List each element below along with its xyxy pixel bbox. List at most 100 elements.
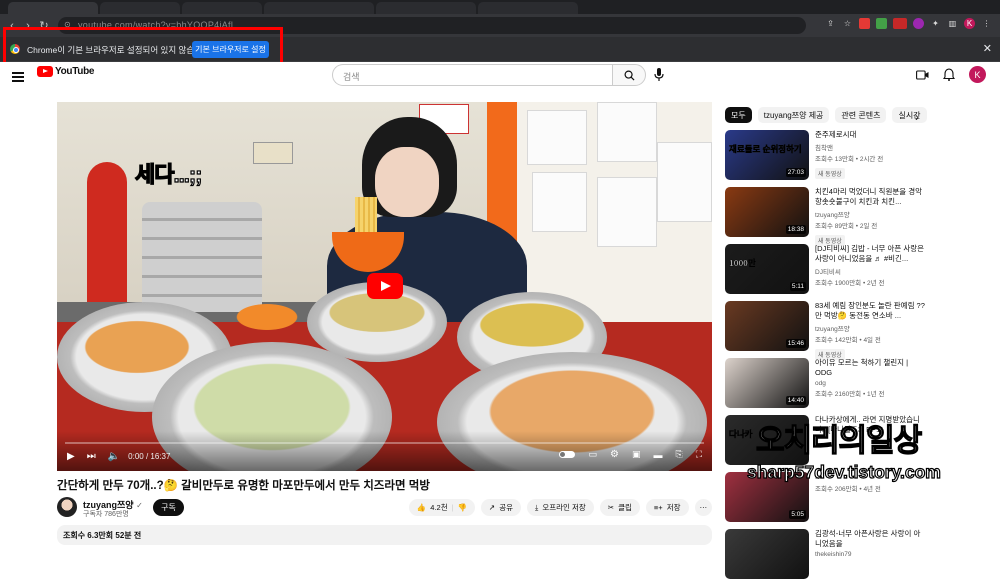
recommended-meta: 조회수 2160만회 • 1년 전 — [815, 391, 885, 398]
browser-tab[interactable] — [8, 2, 98, 14]
recommended-video[interactable]: 재료들로 순위정하기 27:03 준주제로시대 침착맨 조회수 13만회 • 2시간 전… — [725, 130, 925, 184]
search-button[interactable] — [612, 64, 646, 86]
subtitles-icon[interactable]: ▭ — [588, 449, 597, 460]
duration-badge: 15:46 — [785, 339, 806, 348]
video-player[interactable]: 세다...;; ▶ ⏭ 🔈 0:00 / 16:37 ▭ ⚙ ▣ ▬ ⎘ ⛶ — [57, 102, 712, 471]
theater-mode-icon[interactable]: ▬ — [653, 450, 662, 460]
video-scene-steamer-tower — [142, 202, 262, 312]
cast-icon[interactable]: ⎘ — [675, 449, 682, 460]
recommended-channel: thekeishin79 — [815, 551, 852, 558]
recommendations-list: 재료들로 순위정하기 27:03 준주제로시대 침착맨 조회수 13만회 • 2시간 전… — [725, 130, 925, 586]
video-thumbnail[interactable]: 15:46 — [725, 301, 809, 351]
recommended-title: 김광석-너무 아픈사랑은 사랑이 아니었음을 — [815, 529, 921, 548]
save-button[interactable]: ≡+ 저장 — [645, 499, 689, 516]
subscribe-button[interactable]: 구독 — [153, 499, 184, 516]
recommended-video-info: 준주제로시대 침착맨 조회수 13만회 • 2시간 전새 동영상 — [815, 130, 925, 181]
recommended-channel: tzuyang쯔양 — [815, 212, 850, 219]
filter-chip[interactable]: tzuyang쯔양 제공 — [757, 107, 830, 123]
recommended-meta: 조회수 142만회 • 4일 전 — [815, 337, 881, 344]
browser-tab[interactable] — [478, 2, 578, 14]
share-icon: ↗ — [488, 503, 496, 512]
progress-bar[interactable] — [65, 442, 704, 444]
video-thumbnail[interactable] — [725, 529, 809, 579]
add-playlist-icon: ≡+ — [653, 503, 663, 512]
settings-gear-icon[interactable]: ⚙ — [610, 449, 619, 460]
filter-chip[interactable]: 실시간 — [892, 107, 927, 123]
recommended-meta: 조회수 206만회 • 4년 전 — [815, 486, 881, 493]
hamburger-menu-icon[interactable] — [12, 72, 24, 84]
browser-tab[interactable] — [182, 2, 262, 14]
profile-avatar[interactable]: K — [964, 18, 975, 29]
share-button[interactable]: ↗ 공유 — [480, 499, 521, 516]
browser-tab[interactable] — [100, 2, 180, 14]
recommended-video[interactable]: 1000만 5:11 [DJ티비씨] 김밥 - 너무 아픈 사랑은 사랑이 아니었음… — [725, 244, 925, 298]
search-input[interactable]: 검색 — [332, 64, 612, 86]
channel-avatar[interactable] — [57, 497, 77, 517]
video-scene-autograph — [527, 110, 587, 165]
download-button[interactable]: ⤓ 오프라인 저장 — [527, 499, 594, 516]
recommended-title: [DJ티비씨] 김밥 - 너무 아픈 사랑은 사랑이 아니었음을 ♬ #비긴..… — [815, 244, 925, 263]
microphone-icon[interactable] — [654, 68, 664, 82]
video-scene-sign — [253, 142, 293, 164]
like-count[interactable]: 4.2천 — [430, 502, 447, 513]
browser-tab[interactable] — [376, 2, 476, 14]
chevron-right-icon[interactable]: › — [915, 110, 919, 124]
menu-kebab-icon[interactable]: ⋮ — [981, 18, 992, 29]
recommended-title: 83세 예림 장인분도 놀란 판예림 ??만 먹방🤔 동전동 연소바 ... — [815, 301, 925, 320]
create-video-icon[interactable] — [916, 69, 929, 80]
account-avatar[interactable]: K — [969, 66, 986, 83]
recommended-video[interactable]: 김광석-너무 아픈사랑은 사랑이 아니었음을 thekeishin79 — [725, 529, 925, 583]
video-thumbnail[interactable]: 14:40 — [725, 358, 809, 408]
recommended-video[interactable]: 14:40 아이유 모르는 척하기 챌린지 | ODG odg 조회수 2160만회 … — [725, 358, 925, 412]
player-controls: ▶ ⏭ 🔈 0:00 / 16:37 ▭ ⚙ ▣ ▬ ⎘ ⛶ — [67, 449, 702, 463]
extension-icon[interactable] — [913, 18, 924, 29]
filter-chip[interactable]: 관련 콘텐츠 — [835, 107, 887, 123]
video-scene-dumplings — [472, 300, 592, 350]
more-actions-button[interactable]: ⋯ — [694, 499, 712, 516]
extension-icon[interactable] — [859, 18, 870, 29]
autoplay-toggle[interactable] — [559, 451, 576, 458]
share-label: 공유 — [499, 503, 513, 512]
filter-chip[interactable]: 모두 — [725, 107, 752, 123]
share-icon[interactable]: ⇪ — [825, 18, 836, 29]
description-stats: 조회수 6.3만회 52분 전 — [63, 531, 142, 540]
video-thumbnail[interactable]: 재료들로 순위정하기 27:03 — [725, 130, 809, 180]
miniplayer-icon[interactable]: ▣ — [632, 449, 641, 460]
extension-icon[interactable] — [876, 18, 887, 29]
recommended-video[interactable]: 18:38 치킨4마리 먹었더니 직원분을 경악 항솟숏불구이 치킨과 치킨...… — [725, 187, 925, 246]
youtube-logo[interactable]: YouTube — [37, 66, 95, 77]
puzzle-icon[interactable]: ✦ — [930, 18, 941, 29]
video-thumbnail[interactable]: 1000만 5:11 — [725, 244, 809, 294]
next-icon[interactable]: ⏭ — [87, 451, 96, 462]
dislike-icon[interactable]: 👎 — [458, 503, 467, 512]
browser-tab-strip — [0, 0, 1000, 14]
volume-icon[interactable]: 🔈 — [108, 451, 120, 462]
recommended-video-info: 83세 예림 장인분도 놀란 판예림 ??만 먹방🤔 동전동 연소바 ... tz… — [815, 301, 925, 362]
extension-bar: ⇪ ☆ ✦ ▥ K ⋮ — [825, 18, 992, 29]
video-actions: 👍 4.2천 | 👎 ↗ 공유 ⤓ 오프라인 저장 ✂ 클립 ≡+ 저장 ⋯ — [408, 499, 712, 516]
fullscreen-icon[interactable]: ⛶ — [696, 449, 702, 460]
extension-icon[interactable] — [893, 18, 907, 29]
recommended-video-info: [DJ티비씨] 김밥 - 너무 아픈 사랑은 사랑이 아니었음을 ♬ #비긴..… — [815, 244, 925, 287]
recommended-channel: tzuyang쯔양 — [815, 326, 850, 333]
browser-tab[interactable] — [264, 2, 374, 14]
sidebar-icon[interactable]: ▥ — [947, 18, 958, 29]
logo-text: YouTube — [55, 66, 95, 77]
close-icon[interactable]: ✕ — [983, 42, 992, 55]
notification-bell-icon[interactable] — [943, 68, 955, 81]
video-scene-autograph — [657, 142, 712, 222]
channel-row: tzuyang쯔양 ✓ 구독자 786만명 구독 👍 4.2천 | 👎 ↗ 공유 … — [57, 497, 712, 519]
time-display: 0:00 / 16:37 — [128, 451, 171, 461]
description-box[interactable]: 조회수 6.3만회 52분 전 — [57, 525, 712, 545]
bookmark-star-icon[interactable]: ☆ — [842, 18, 853, 29]
search-icon — [624, 70, 635, 81]
player-right-controls: ▭ ⚙ ▣ ▬ ⎘ ⛶ — [559, 449, 702, 460]
like-icon[interactable]: 👍 — [417, 503, 426, 512]
recommended-video[interactable]: 15:46 83세 예림 장인분도 놀란 판예림 ??만 먹방🤔 동전동 연소바 … — [725, 301, 925, 360]
video-thumbnail[interactable]: 18:38 — [725, 187, 809, 237]
recommended-meta: 조회수 13만회 • 2시간 전 — [815, 156, 884, 163]
duration-badge: 27:03 — [785, 168, 806, 177]
large-play-button[interactable] — [367, 273, 403, 299]
play-icon[interactable]: ▶ — [67, 451, 75, 462]
clip-button[interactable]: ✂ 클립 — [599, 499, 640, 516]
